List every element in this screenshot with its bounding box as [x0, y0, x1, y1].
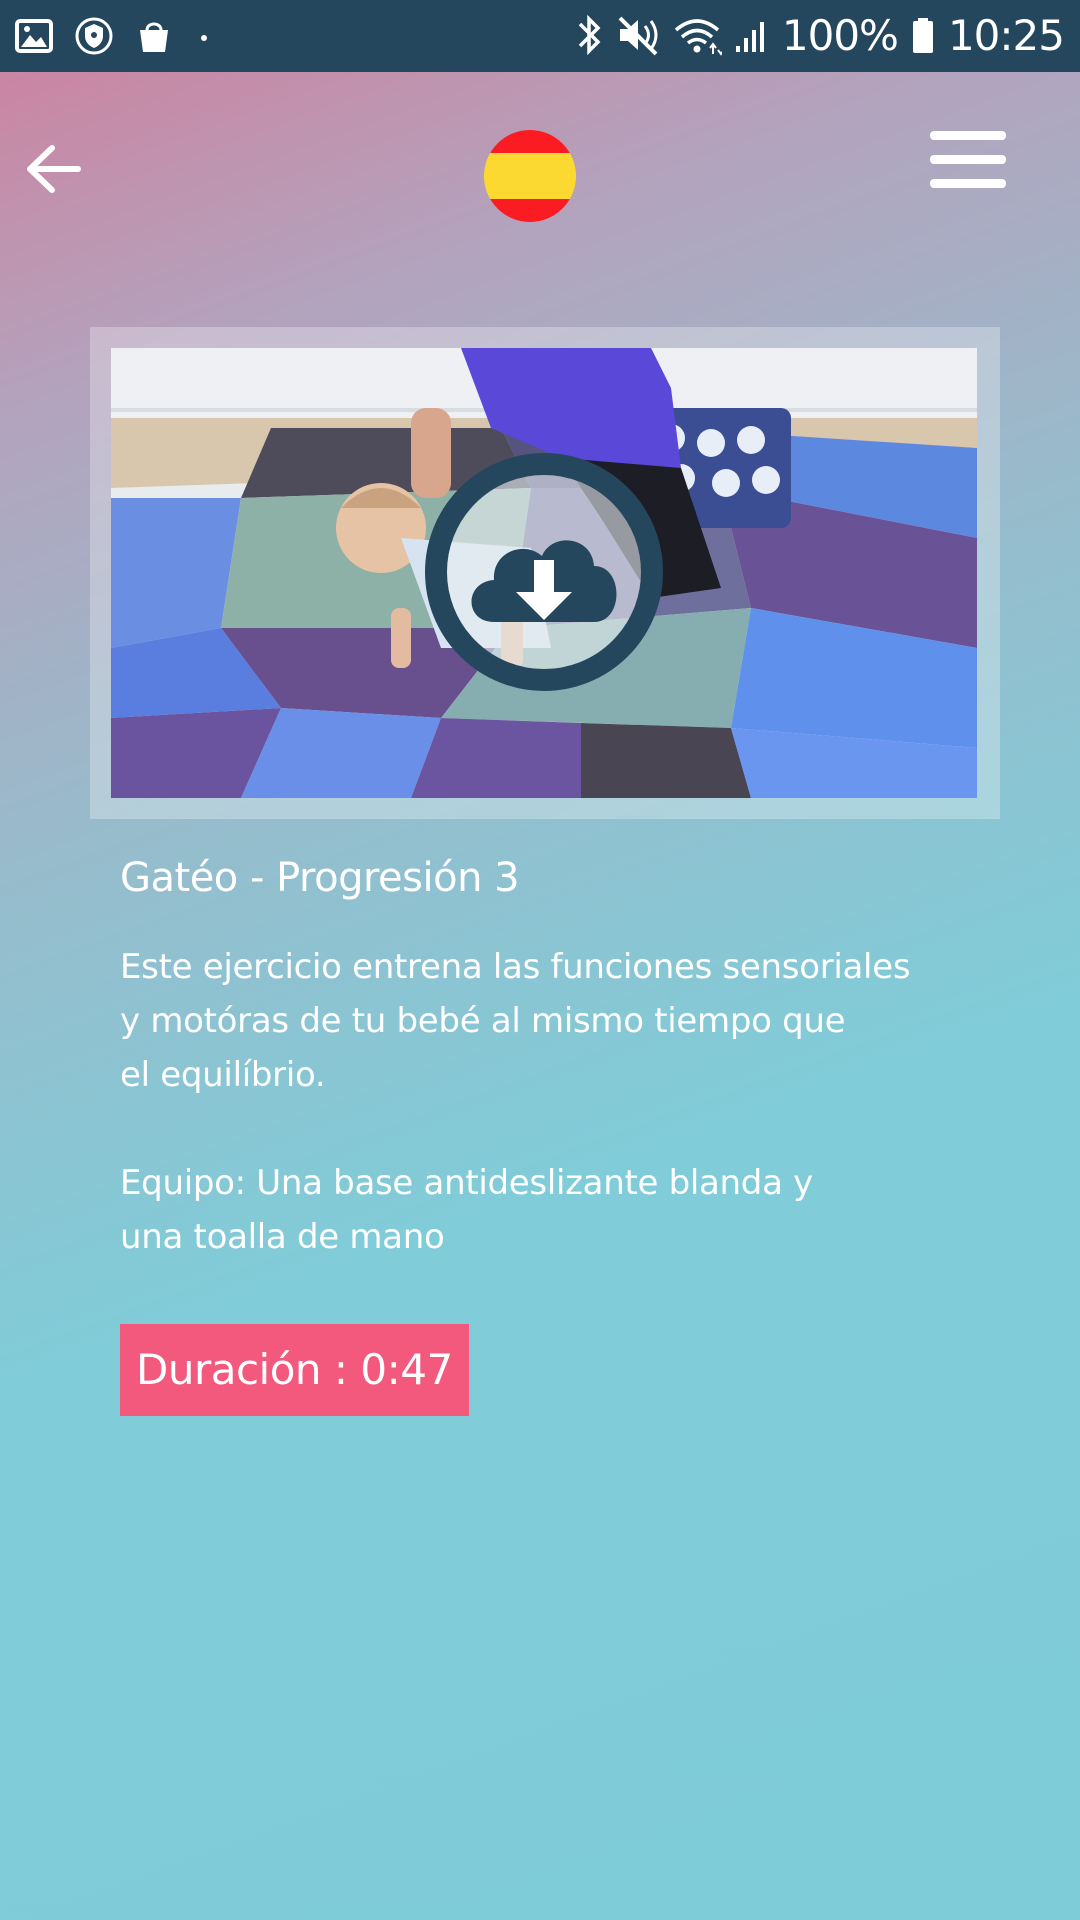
equipment-line: Equipo: Una base antideslizante blanda y	[120, 1163, 813, 1203]
app-header	[0, 72, 1080, 272]
duration-badge: Duración : 0:47	[120, 1324, 469, 1416]
image-icon	[14, 16, 54, 56]
description-line: y motóras de tu bebé al mismo tiempo que	[120, 1001, 846, 1041]
exercise-title: Gatéo - Progresión 3	[120, 855, 520, 901]
signal-icon	[734, 10, 770, 60]
spain-flag-icon	[484, 130, 576, 222]
shopping-bag-icon	[134, 16, 174, 56]
equipment-text: Equipo: Una base antideslizante blanda y…	[120, 1156, 920, 1264]
menu-button[interactable]	[928, 127, 1008, 193]
description-line: el equilíbrio.	[120, 1055, 326, 1095]
exercise-description: Este ejercicio entrena las funciones sen…	[120, 940, 920, 1102]
hamburger-menu-icon	[930, 131, 1006, 188]
mute-icon	[616, 10, 660, 60]
language-selector[interactable]	[484, 130, 576, 222]
back-button[interactable]	[22, 136, 88, 202]
equipment-line: una toalla de mano	[120, 1217, 445, 1257]
dot-icon	[194, 16, 214, 56]
description-line: Este ejercicio entrena las funciones sen…	[120, 947, 911, 987]
cloud-download-icon	[425, 453, 663, 691]
download-button[interactable]	[424, 452, 664, 692]
shield-icon	[74, 16, 114, 56]
battery-icon	[910, 10, 936, 60]
bluetooth-icon	[574, 10, 604, 60]
arrow-left-icon	[27, 145, 81, 193]
wifi-icon	[672, 10, 722, 60]
status-bar: 100% 10:25	[0, 0, 1080, 72]
battery-percentage: 100%	[781, 10, 899, 60]
clock: 10:25	[947, 10, 1065, 60]
